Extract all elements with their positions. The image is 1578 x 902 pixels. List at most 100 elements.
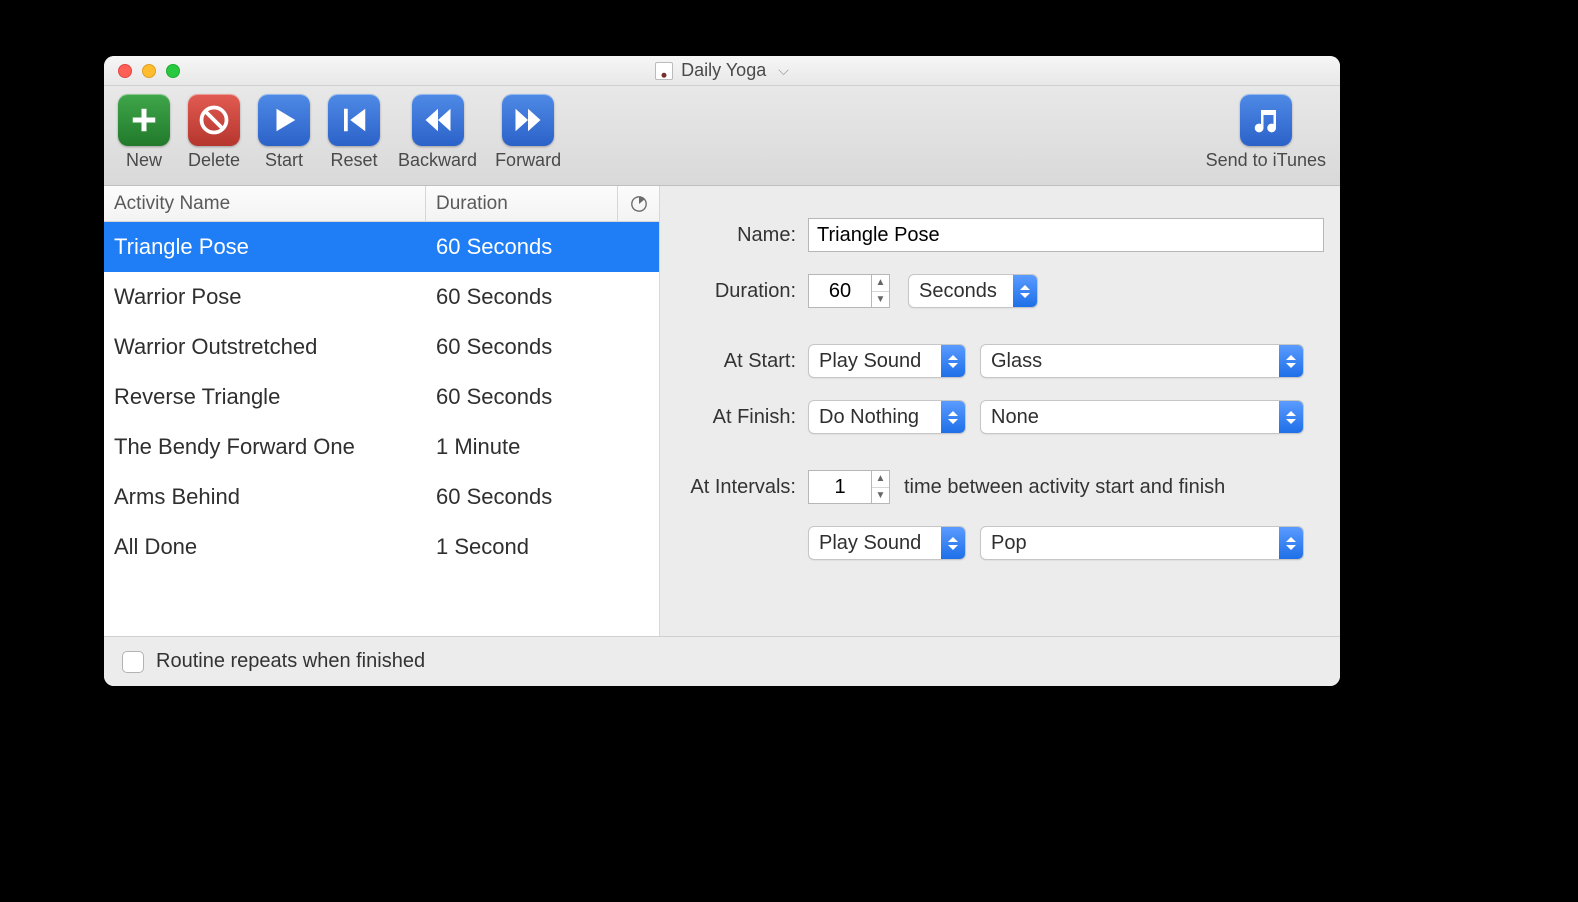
activity-duration: 60 Seconds (426, 334, 650, 360)
toolbar-new: New (118, 94, 170, 171)
delete-label: Delete (188, 150, 240, 171)
activity-name: Triangle Pose (104, 234, 426, 260)
chevron-updown-icon (941, 345, 965, 377)
repeat-checkbox[interactable] (122, 651, 144, 673)
at-start-action-value: Play Sound (809, 350, 941, 373)
at-start-sound-value: Glass (981, 350, 1279, 373)
activity-duration: 60 Seconds (426, 384, 650, 410)
row-at-start: At Start: Play Sound Glass (668, 336, 1324, 386)
duration-stepper[interactable]: ▲▼ (872, 274, 890, 308)
toolbar-backward: Backward (398, 94, 477, 171)
new-button[interactable] (118, 94, 170, 146)
column-activity-name[interactable]: Activity Name (104, 186, 426, 221)
play-icon (269, 105, 299, 135)
reset-button[interactable] (328, 94, 380, 146)
column-duration[interactable]: Duration (426, 186, 618, 221)
zoom-window-button[interactable] (166, 64, 180, 78)
label-name: Name: (668, 224, 808, 247)
forward-button[interactable] (502, 94, 554, 146)
duration-unit-select[interactable]: Seconds (908, 274, 1038, 308)
footer: Routine repeats when finished (104, 636, 1340, 686)
interval-sound-select[interactable]: Pop (980, 526, 1304, 560)
activity-duration: 1 Second (426, 534, 650, 560)
at-finish-action-value: Do Nothing (809, 406, 941, 429)
activity-name: The Bendy Forward One (104, 434, 426, 460)
toolbar-reset: Reset (328, 94, 380, 171)
send-to-itunes-button[interactable] (1240, 94, 1292, 146)
new-label: New (126, 150, 162, 171)
activity-row[interactable]: Warrior Pose60 Seconds (104, 272, 659, 322)
interval-action-select[interactable]: Play Sound (808, 526, 966, 560)
toolbar-forward: Forward (495, 94, 561, 171)
close-window-button[interactable] (118, 64, 132, 78)
backward-label: Backward (398, 150, 477, 171)
activity-duration: 1 Minute (426, 434, 650, 460)
chevron-updown-icon (1279, 527, 1303, 559)
detail-pane: Name: Duration: ▲▼ Seconds At Start: Pla… (660, 186, 1340, 636)
activity-name: All Done (104, 534, 426, 560)
window-title: Daily Yoga ⌵ (104, 60, 1340, 81)
activity-row[interactable]: All Done1 Second (104, 522, 659, 572)
duration-input[interactable] (808, 274, 872, 308)
chevron-updown-icon (1013, 275, 1037, 307)
at-finish-sound-value: None (981, 406, 1279, 429)
row-duration: Duration: ▲▼ Seconds (668, 266, 1324, 316)
no-entry-icon (199, 105, 229, 135)
row-at-intervals: At Intervals: ▲▼ time between activity s… (668, 462, 1324, 512)
activity-duration: 60 Seconds (426, 234, 650, 260)
activity-row[interactable]: Warrior Outstretched60 Seconds (104, 322, 659, 372)
interval-stepper[interactable]: ▲▼ (872, 470, 890, 504)
toolbar: New Delete Start Reset Backward (104, 86, 1340, 186)
label-at-start: At Start: (668, 350, 808, 373)
at-start-action-select[interactable]: Play Sound (808, 344, 966, 378)
at-finish-sound-select[interactable]: None (980, 400, 1304, 434)
traffic-lights (118, 64, 180, 78)
interval-input[interactable] (808, 470, 872, 504)
app-window: Daily Yoga ⌵ New Delete Start R (104, 56, 1340, 686)
row-at-finish: At Finish: Do Nothing None (668, 392, 1324, 442)
activity-duration: 60 Seconds (426, 284, 650, 310)
activity-name: Warrior Outstretched (104, 334, 426, 360)
chevron-updown-icon (941, 527, 965, 559)
chevron-updown-icon (941, 401, 965, 433)
fast-forward-icon (513, 105, 543, 135)
activity-row[interactable]: Triangle Pose60 Seconds (104, 222, 659, 272)
activity-name: Arms Behind (104, 484, 426, 510)
delete-button[interactable] (188, 94, 240, 146)
activity-name: Reverse Triangle (104, 384, 426, 410)
column-progress[interactable] (618, 186, 659, 221)
toolbar-start: Start (258, 94, 310, 171)
title-dropdown-chevron-icon[interactable]: ⌵ (778, 62, 789, 79)
activity-row[interactable]: The Bendy Forward One1 Minute (104, 422, 659, 472)
label-at-finish: At Finish: (668, 406, 808, 429)
activity-row[interactable]: Arms Behind60 Seconds (104, 472, 659, 522)
label-duration: Duration: (668, 280, 808, 303)
send-to-itunes-label: Send to iTunes (1206, 150, 1326, 171)
skip-back-icon (339, 105, 369, 135)
document-icon (655, 62, 673, 80)
activity-row[interactable]: Reverse Triangle60 Seconds (104, 372, 659, 422)
activity-rows: Triangle Pose60 SecondsWarrior Pose60 Se… (104, 222, 659, 636)
rewind-icon (423, 105, 453, 135)
column-headers: Activity Name Duration (104, 186, 659, 222)
start-button[interactable] (258, 94, 310, 146)
backward-button[interactable] (412, 94, 464, 146)
content-area: Activity Name Duration Triangle Pose60 S… (104, 186, 1340, 636)
duration-unit-value: Seconds (909, 280, 1013, 303)
row-name: Name: (668, 210, 1324, 260)
activity-name: Warrior Pose (104, 284, 426, 310)
toolbar-delete: Delete (188, 94, 240, 171)
interval-description: time between activity start and finish (904, 476, 1225, 499)
interval-action-value: Play Sound (809, 532, 941, 555)
interval-sound-value: Pop (981, 532, 1279, 555)
plus-icon (129, 105, 159, 135)
row-interval-action: Play Sound Pop (668, 518, 1324, 568)
start-label: Start (265, 150, 303, 171)
name-input[interactable] (808, 218, 1324, 252)
music-note-icon (1251, 105, 1281, 135)
label-at-intervals: At Intervals: (668, 476, 808, 499)
at-start-sound-select[interactable]: Glass (980, 344, 1304, 378)
at-finish-action-select[interactable]: Do Nothing (808, 400, 966, 434)
minimize-window-button[interactable] (142, 64, 156, 78)
activity-list-pane: Activity Name Duration Triangle Pose60 S… (104, 186, 660, 636)
